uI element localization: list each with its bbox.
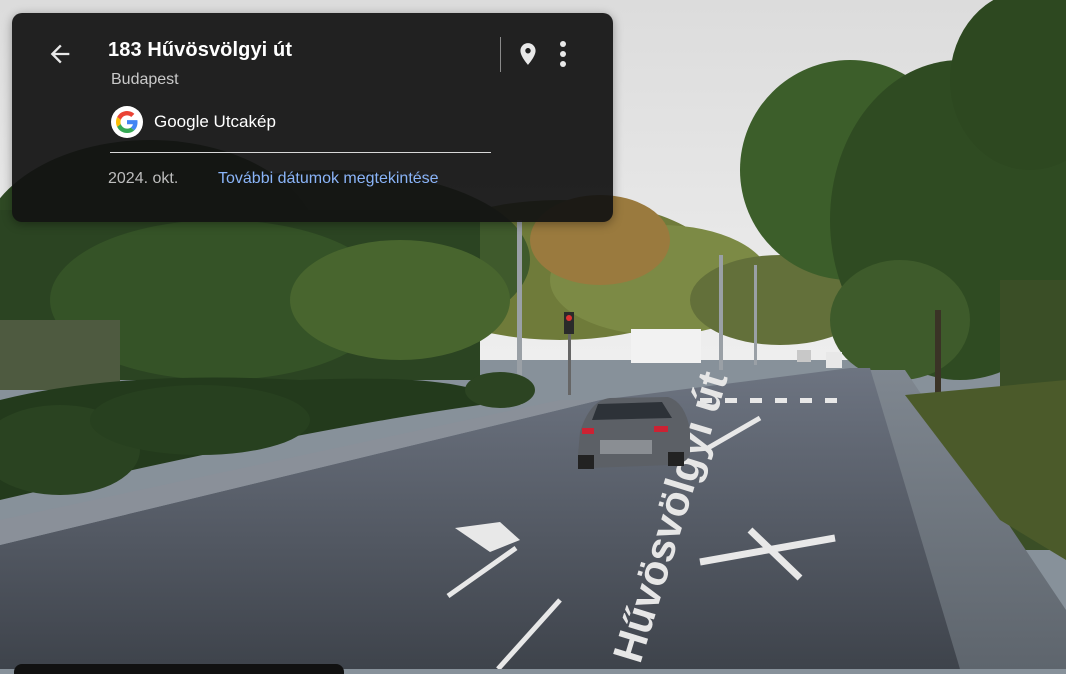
show-on-map-button[interactable] xyxy=(514,38,542,70)
distant-van xyxy=(826,352,842,368)
source-label: Google Utcakép xyxy=(154,112,276,131)
see-more-dates-link[interactable]: További dátumok megtekintése xyxy=(218,170,439,188)
google-g-icon xyxy=(116,111,138,133)
address-title: 183 Hűvösvölgyi út xyxy=(108,39,293,61)
source-row: Google Utcakép xyxy=(111,106,276,138)
car xyxy=(578,397,690,469)
distant-car xyxy=(797,350,811,362)
city-subtitle: Budapest xyxy=(111,71,179,88)
divider xyxy=(110,152,491,153)
map-pin-icon xyxy=(520,43,536,65)
location-info-card: 183 Hűvösvölgyi út Budapest Google Utcak… xyxy=(12,13,613,222)
billboard xyxy=(631,329,701,363)
divider xyxy=(500,37,501,72)
left-trees xyxy=(0,210,510,390)
bottom-panel-edge xyxy=(14,664,344,674)
more-vert-icon xyxy=(560,41,566,67)
google-g-logo xyxy=(111,106,143,138)
arrow-back-icon xyxy=(50,44,70,64)
capture-date: 2024. okt. xyxy=(108,170,179,187)
back-button[interactable] xyxy=(46,40,74,68)
more-options-button[interactable] xyxy=(552,38,574,70)
